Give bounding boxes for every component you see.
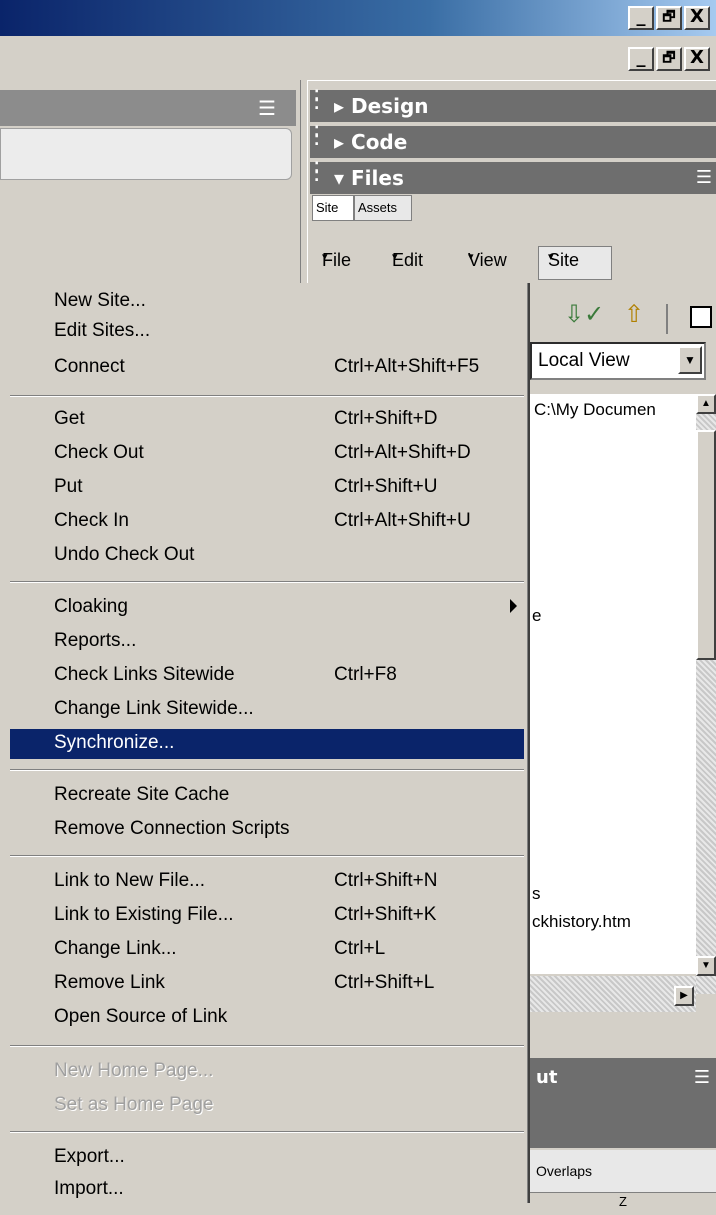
dropdown-arrow-icon: ▾	[548, 251, 554, 263]
view-select-arrow-icon[interactable]: ▼	[678, 346, 702, 374]
menu-item-new-site[interactable]: New Site...	[10, 287, 524, 317]
toolbar-divider	[666, 304, 668, 334]
doc-close-button[interactable]: X	[684, 47, 710, 71]
menu-item-get[interactable]: Get Ctrl+Shift+D	[10, 405, 524, 435]
file-list-item[interactable]: e	[532, 606, 541, 626]
menu-item-open-source-of-link[interactable]: Open Source of Link	[10, 1003, 524, 1033]
menu-item-connect[interactable]: Connect Ctrl+Alt+Shift+F5	[10, 353, 524, 383]
menu-separator	[10, 395, 524, 397]
menu-item-link-to-existing-file[interactable]: Link to Existing File... Ctrl+Shift+K	[10, 901, 524, 931]
expand-panel-icon[interactable]	[690, 306, 712, 328]
menu-item-change-link[interactable]: Change Link... Ctrl+L	[10, 935, 524, 965]
restore-button[interactable]: 🗗	[656, 6, 682, 30]
menu-item-import[interactable]: Import...	[10, 1175, 524, 1205]
properties-panel-title: ut	[536, 1067, 558, 1088]
tab-site[interactable]: Site	[312, 195, 354, 221]
scroll-thumb[interactable]	[696, 430, 716, 660]
menu-item-synchronize[interactable]: Synchronize...	[10, 729, 524, 759]
minimize-button[interactable]: _	[628, 6, 654, 30]
menu-separator	[10, 581, 524, 583]
code-panel-header[interactable]: ⁚ ⁚ ▸ Code	[310, 125, 716, 158]
panel-options-icon[interactable]: ☰	[258, 96, 276, 121]
menu-item-export[interactable]: Export...	[10, 1143, 524, 1173]
menu-separator	[10, 769, 524, 771]
file-list-item[interactable]: ckhistory.htm	[532, 912, 631, 932]
menu-item-check-out[interactable]: Check Out Ctrl+Alt+Shift+D	[10, 439, 524, 469]
menu-item-set-as-home-page: Set as Home Page	[54, 1094, 214, 1115]
put-files-icon[interactable]: ⇧	[624, 300, 644, 329]
close-button[interactable]: X	[684, 6, 710, 30]
left-panel-header	[0, 90, 296, 126]
grip-icon[interactable]: ⁚ ⁚	[314, 89, 319, 112]
menu-separator	[10, 1045, 524, 1047]
menu-item-remove-connection-scripts[interactable]: Remove Connection Scripts	[10, 815, 524, 845]
dropdown-arrow-icon: ▾	[468, 251, 474, 263]
menu-separator	[10, 855, 524, 857]
panel-options-icon[interactable]: ☰	[696, 162, 712, 194]
app-title-bar	[0, 0, 716, 36]
menu-item-reports[interactable]: Reports...	[10, 627, 524, 657]
menu-item-check-in[interactable]: Check In Ctrl+Alt+Shift+U	[10, 507, 524, 537]
design-panel-header[interactable]: ⁚ ⁚ ▸ Design	[310, 89, 716, 122]
expand-icon: ▸	[334, 94, 352, 118]
files-panel-header[interactable]: ⁚ ⁚ ▾ Files ☰	[310, 161, 716, 194]
dropdown-arrow-icon: ▾	[392, 251, 398, 263]
menu-item-edit-sites[interactable]: Edit Sites...	[10, 317, 524, 347]
panel-options-icon[interactable]: ☰	[694, 1058, 710, 1098]
menu-item-undo-check-out[interactable]: Undo Check Out	[10, 541, 524, 571]
get-files-icon[interactable]: ⇩✓	[564, 300, 604, 329]
z-column-header[interactable]: Z	[530, 1192, 716, 1215]
root-folder-path[interactable]: C:\My Documen	[534, 400, 656, 420]
site-context-menu: New Site... Edit Sites... Connect Ctrl+Al…	[0, 283, 530, 1203]
menu-item-put[interactable]: Put Ctrl+Shift+U	[10, 473, 524, 503]
menu-item-link-to-new-file[interactable]: Link to New File... Ctrl+Shift+N	[10, 867, 524, 897]
menu-separator	[10, 1131, 524, 1133]
menu-item-cloaking[interactable]: Cloaking	[10, 593, 524, 623]
horizontal-scrollbar[interactable]	[530, 976, 696, 1012]
doc-minimize-button[interactable]: _	[628, 47, 654, 71]
tab-assets[interactable]: Assets	[354, 195, 412, 221]
menu-item-new-home-page: New Home Page...	[54, 1060, 214, 1081]
files-label: Files	[351, 166, 404, 190]
dropdown-arrow-icon: ▾	[322, 251, 328, 263]
design-label: Design	[351, 94, 429, 118]
menu-item-recreate-site-cache[interactable]: Recreate Site Cache	[10, 781, 524, 811]
left-panel-content-area	[0, 128, 292, 180]
scroll-right-icon[interactable]: ▶	[674, 986, 694, 1006]
menu-item-change-link-sitewide[interactable]: Change Link Sitewide...	[10, 695, 524, 725]
overlaps-option[interactable]: Overlaps	[530, 1150, 716, 1192]
menu-item-check-links-sitewide[interactable]: Check Links Sitewide Ctrl+F8	[10, 661, 524, 691]
properties-panel-header[interactable]: ut ☰	[530, 1058, 716, 1102]
menu-item-remove-link[interactable]: Remove Link Ctrl+Shift+L	[10, 969, 524, 999]
scroll-down-icon[interactable]: ▼	[696, 956, 716, 976]
file-list[interactable]	[530, 394, 696, 974]
expand-icon: ▸	[334, 130, 352, 154]
scroll-up-icon[interactable]: ▲	[696, 394, 716, 414]
document-bar	[0, 36, 716, 81]
collapse-icon: ▾	[334, 166, 352, 190]
grip-icon[interactable]: ⁚ ⁚	[314, 125, 319, 148]
properties-panel-body	[530, 1102, 716, 1148]
code-label: Code	[351, 130, 408, 154]
doc-restore-button[interactable]: 🗗	[656, 47, 682, 71]
grip-icon[interactable]: ⁚ ⁚	[314, 161, 319, 184]
document-window-controls: _ 🗗 X	[624, 44, 716, 74]
submenu-arrow-icon	[510, 599, 517, 613]
app-window-controls: _ 🗗 X	[624, 3, 716, 33]
file-list-item[interactable]: s	[532, 884, 541, 904]
